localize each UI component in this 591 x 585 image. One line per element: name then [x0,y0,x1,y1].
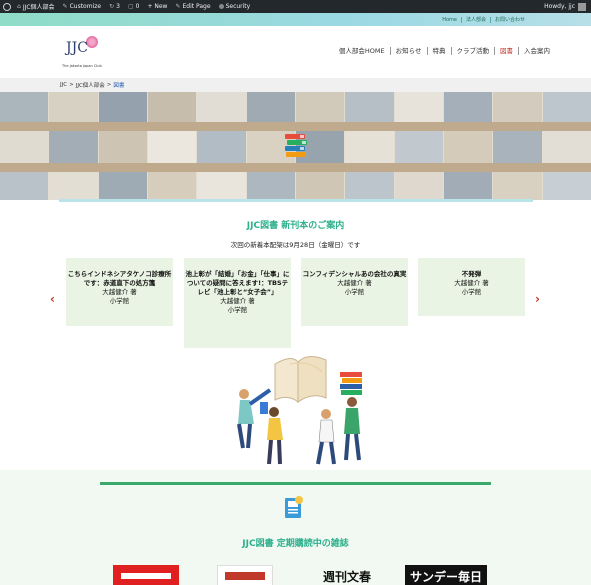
main-nav: 個人部会HOME お知らせ 特典 クラブ活動 図書 入会案内 [334,47,555,55]
book-card[interactable]: コンフィデンシャルあの会社の真実 大越健介 著 小学館 [301,258,408,326]
site-header: JJC The Jakarta Japan Club 個人部会HOME お知らせ… [0,26,591,78]
section-divider [100,482,491,485]
breadcrumb: JJC > JJC個人部会 > 図書 [0,78,591,92]
top-link-home[interactable]: Home [438,17,461,23]
breadcrumb-current: 図書 [113,83,125,89]
magazine-logo[interactable]: サンデー毎日 [405,565,487,585]
nav-item-library[interactable]: 図書 [494,47,518,55]
magazine-logo[interactable]: 週刊文春 [307,565,387,585]
home-icon: ⌂ [17,3,21,10]
admin-account[interactable]: Howdy, jjc [544,0,586,13]
new-books-subtitle: 次回の新着本配架は9月28日（金曜日）です [230,241,361,249]
updates-icon: ↻ [109,3,115,10]
book-card[interactable]: 池上彰が「結婚」「お金」「仕事」についての疑問に答えます!：TBSテレビ「池上彰… [184,258,291,348]
new-books-title: JJC図書 新刊本のご案内 [246,221,345,231]
nav-item-benefits[interactable]: 特典 [426,47,451,55]
admin-new[interactable]: + New [147,3,167,10]
admin-bar: ⌂ JJC個人部会 ✎ Customize ↻ 3 ▢ 0 + New ✎ Ed… [0,0,591,13]
top-link-contact[interactable]: お問い合わせ [489,16,529,23]
magazine-logo[interactable] [113,565,179,585]
chevron-right-icon[interactable]: › [535,292,540,306]
admin-comments[interactable]: ▢ 0 [128,3,140,10]
section-divider [59,199,533,202]
book-card[interactable]: 不発弾 大越健介 著 小学館 [418,258,525,316]
avatar [578,2,586,11]
brush-icon: ✎ [62,3,68,10]
security-status-icon [218,4,224,9]
admin-updates[interactable]: ↻ 3 [109,3,120,10]
top-links-bar: Home 法人部会 お問い合わせ [0,13,591,26]
people-reading-illustration [237,356,362,465]
admin-edit-page[interactable]: ✎ Edit Page [175,3,210,10]
magazine-logo[interactable] [217,565,273,585]
magazine-section [0,470,591,585]
nav-item-clubs[interactable]: クラブ活動 [450,47,495,55]
nav-item-news[interactable]: お知らせ [389,47,427,55]
breadcrumb-personal[interactable]: JJC個人部会 [76,81,105,89]
breadcrumb-jjc[interactable]: JJC [60,82,67,88]
books-stack-icon [285,134,307,157]
pencil-icon: ✎ [175,3,181,10]
book-card[interactable]: こちらインドネシアタケノコ診療所です：赤道直下の処方箋 大越健介 著 小学館 [66,258,173,326]
top-link-corporate[interactable]: 法人部会 [460,16,490,23]
nav-item-join[interactable]: 入会案内 [518,47,555,55]
comment-icon: ▢ [127,3,134,10]
admin-site-name[interactable]: ⌂ JJC個人部会 [17,2,55,11]
admin-security[interactable]: Security [218,3,250,10]
nav-item-home[interactable]: 個人部会HOME [334,47,390,55]
wordpress-logo-icon[interactable] [0,0,13,13]
site-logo[interactable]: JJC The Jakarta Japan Club [58,34,108,72]
newspaper-icon [285,496,303,518]
admin-customize[interactable]: ✎ Customize [63,3,102,10]
chevron-left-icon[interactable]: ‹ [50,292,55,306]
magazines-title: JJC図書 定期購読中の雑誌 [242,539,349,549]
